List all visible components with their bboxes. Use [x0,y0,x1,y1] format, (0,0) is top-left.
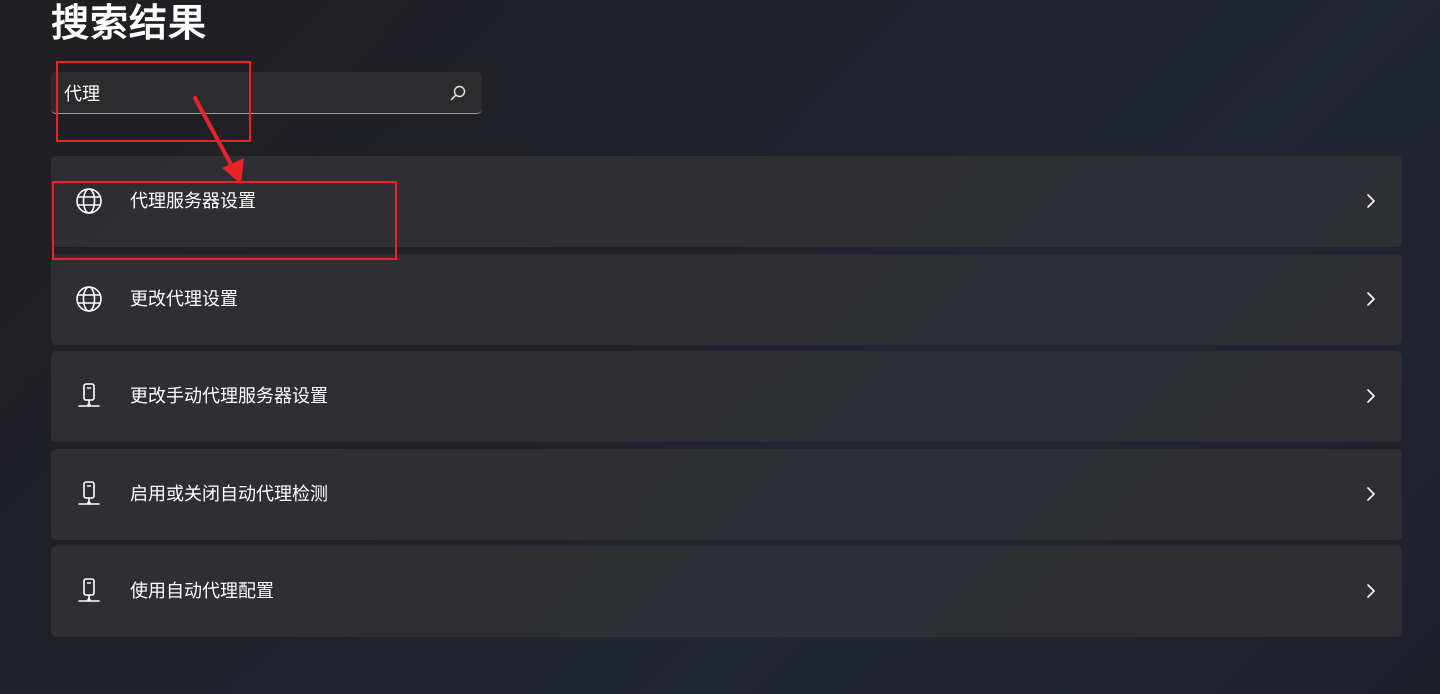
result-item-label: 代理服务器设置 [130,191,256,212]
chevron-right-icon [1364,485,1378,503]
result-item-label: 更改代理设置 [130,288,238,310]
result-item-proxy-server-settings[interactable]: 代理服务器设置 [51,156,1402,247]
chevron-right-icon [1364,290,1378,308]
globe-icon [75,285,103,313]
result-item-label: 启用或关闭自动代理检测 [130,483,328,505]
search-input[interactable] [64,72,424,113]
result-item-change-manual-proxy-settings[interactable]: 更改手动代理服务器设置 [51,351,1402,442]
result-item-label: 更改手动代理服务器设置 [130,386,328,407]
desktop-tower-icon [75,480,103,508]
desktop-tower-icon [75,577,103,605]
search-icon[interactable] [450,85,466,101]
result-item-label: 使用自动代理配置 [130,581,274,602]
result-item-change-proxy-settings[interactable]: 更改代理设置 [51,253,1402,345]
chevron-right-icon [1364,192,1378,210]
search-box[interactable] [51,72,482,114]
result-item-auto-proxy-config[interactable]: 使用自动代理配置 [51,546,1402,637]
chevron-right-icon [1364,582,1378,600]
search-results-list: 代理服务器设置 更改代理设置 更改手动代理服务器设置 启用或关闭自动代理检测 使… [51,156,1402,644]
result-item-auto-proxy-detection[interactable]: 启用或关闭自动代理检测 [51,448,1402,540]
desktop-tower-icon [75,382,103,410]
globe-icon [75,187,103,215]
chevron-right-icon [1364,387,1378,405]
page-title: 搜索结果 [51,1,208,45]
